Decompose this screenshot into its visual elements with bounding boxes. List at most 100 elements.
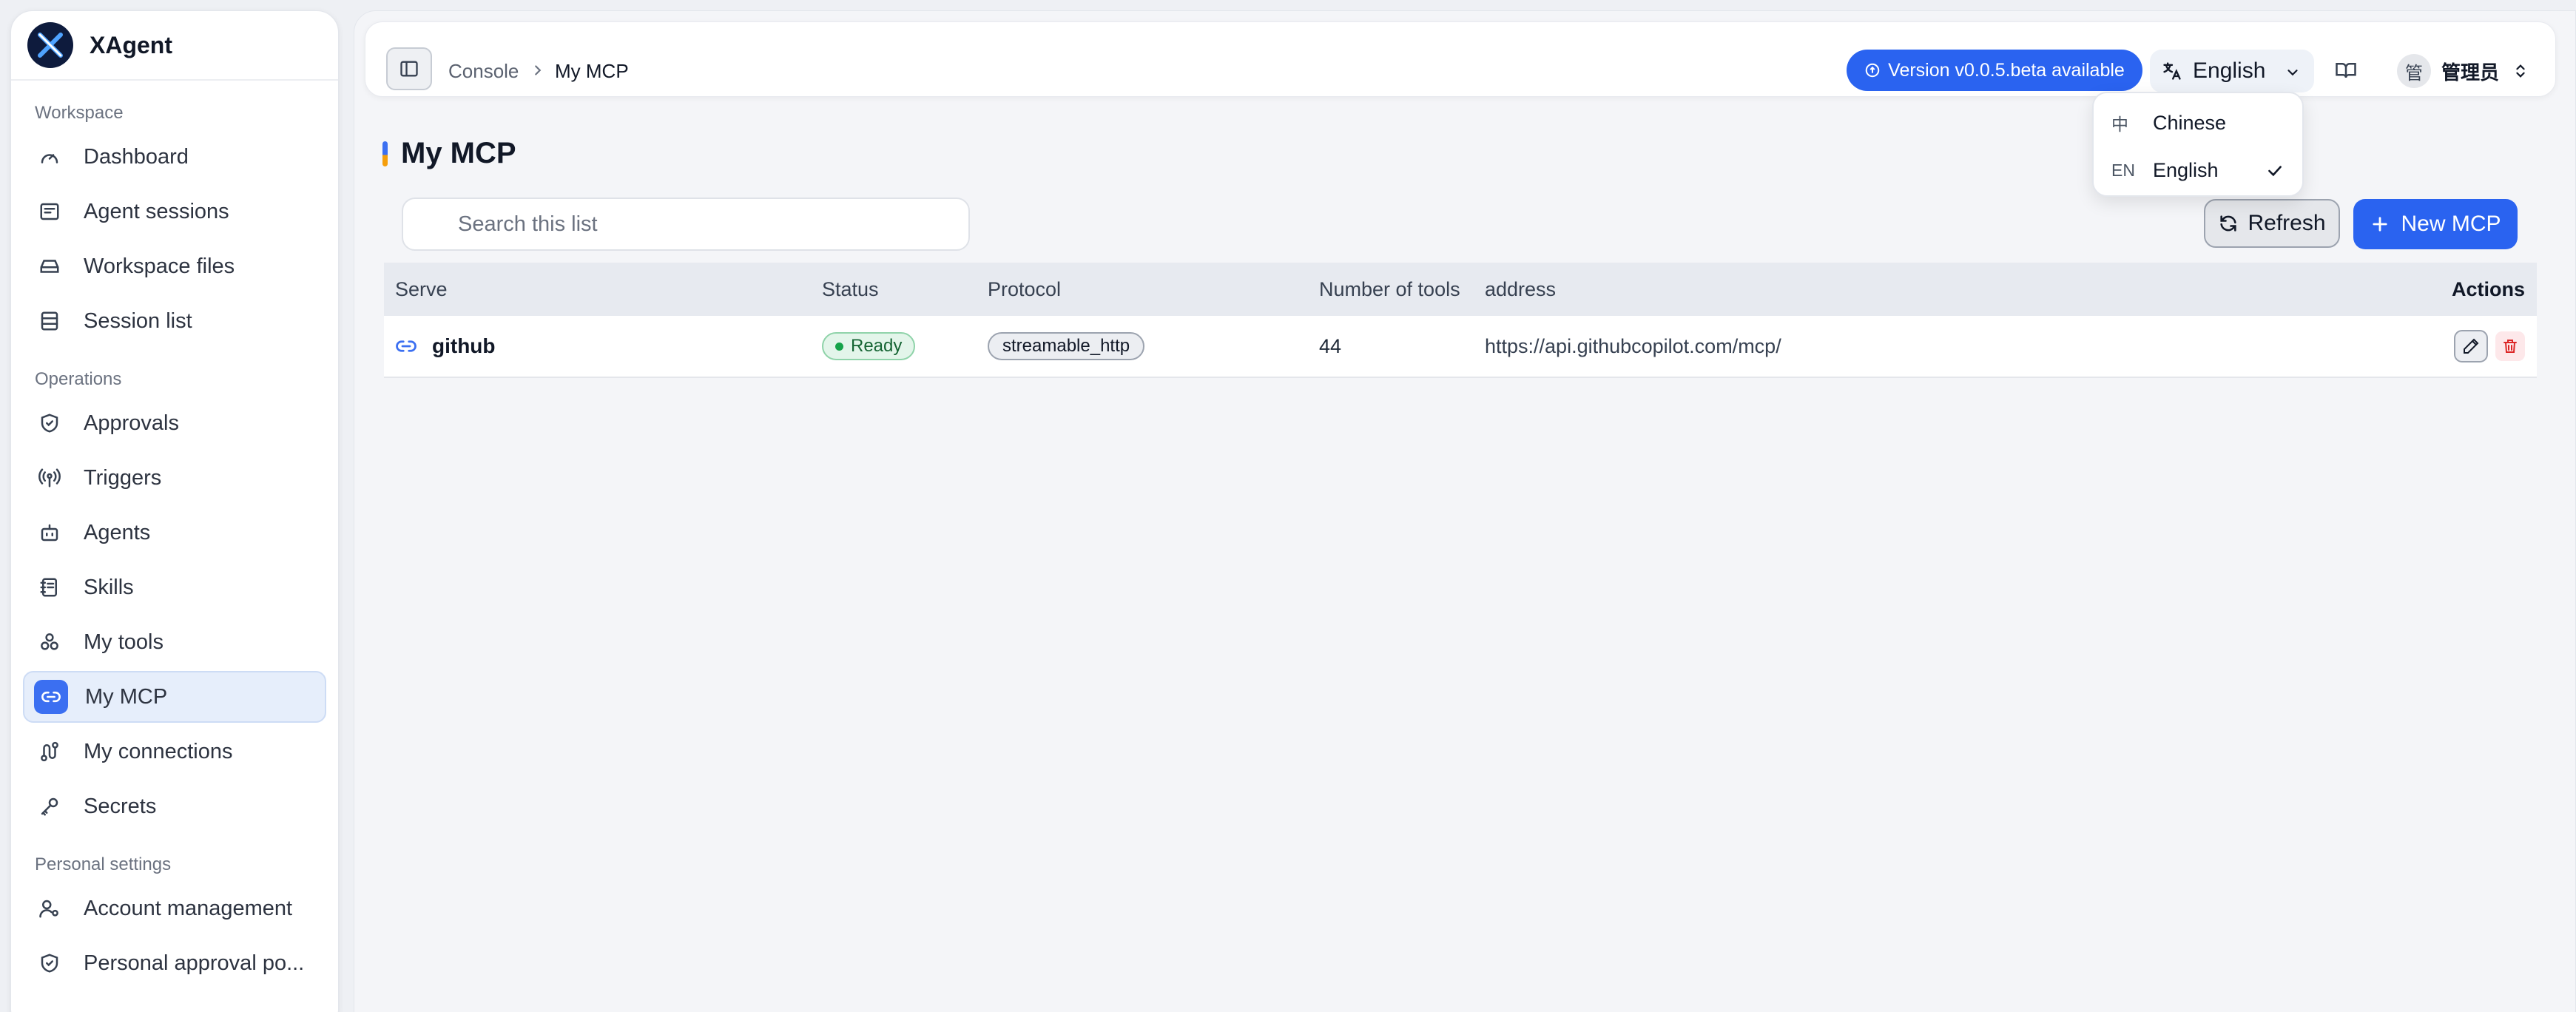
- version-label: Version v0.0.5.beta available: [1888, 59, 2125, 81]
- page-title-wrap: My MCP: [382, 137, 516, 170]
- brand-name: XAgent: [90, 31, 172, 58]
- refresh-button[interactable]: Refresh: [2204, 199, 2340, 248]
- hard-drive-icon: [36, 253, 63, 280]
- top-bar: Console My MCP Version v0.0.5.beta avail…: [365, 21, 2556, 97]
- book-open-icon: [2336, 63, 2356, 78]
- sidebar-item-label: Personal approval po...: [84, 951, 305, 975]
- sidebar-item-my-mcp[interactable]: My MCP: [23, 671, 326, 723]
- sidebar-item-label: Skills: [84, 575, 134, 599]
- mcp-table: Serve Status Protocol Number of tools ad…: [384, 263, 2537, 378]
- language-option-label: Chinese: [2153, 111, 2227, 134]
- sidebar-item-secrets[interactable]: Secrets: [23, 780, 326, 832]
- user-menu[interactable]: 管 管理员: [2397, 50, 2529, 92]
- serve-name[interactable]: github: [432, 334, 496, 358]
- chevrons-up-down-icon: [2516, 64, 2525, 78]
- boxes-icon: [36, 629, 63, 655]
- sidebar-item-agents[interactable]: Agents: [23, 507, 326, 559]
- sidebar: XAgent Workspace Dashboard Agent session…: [10, 10, 339, 1012]
- version-badge-button[interactable]: Version v0.0.5.beta available: [1847, 50, 2142, 91]
- language-option-label: English: [2153, 158, 2219, 181]
- user-cog-icon: [36, 895, 63, 922]
- sidebar-item-label: My tools: [84, 630, 163, 654]
- sidebar-item-session-list[interactable]: Session list: [23, 295, 326, 347]
- section-label-personal-settings: Personal settings: [35, 854, 172, 874]
- sidebar-item-label: Workspace files: [84, 254, 235, 278]
- refresh-icon: [2220, 215, 2237, 232]
- sidebar-item-label: Session list: [84, 308, 192, 333]
- title-accent-marker: [382, 141, 388, 166]
- status-badge: Ready: [822, 332, 916, 360]
- avatar: 管: [2397, 54, 2431, 88]
- edit-button[interactable]: [2454, 330, 2488, 362]
- breadcrumb-console[interactable]: Console: [448, 59, 519, 83]
- sidebar-item-agent-sessions[interactable]: Agent sessions: [23, 186, 326, 237]
- plus-icon: [2373, 217, 2388, 232]
- sidebar-item-skills[interactable]: Skills: [23, 561, 326, 613]
- sidebar-item-label: Agent sessions: [84, 199, 229, 223]
- status-text: Ready: [851, 336, 903, 356]
- sidebar-item-label: Secrets: [84, 794, 157, 818]
- protocol-badge: streamable_http: [988, 332, 1145, 360]
- language-code: EN: [2111, 160, 2135, 180]
- status-dot-icon: [835, 342, 843, 351]
- column-header-actions: Actions: [2451, 277, 2525, 300]
- breadcrumb-current: My MCP: [555, 60, 629, 82]
- language-menu: 中 Chinese EN English: [2092, 92, 2304, 197]
- key-icon: [36, 793, 63, 820]
- sidebar-item-label: Dashboard: [84, 144, 189, 169]
- sidebar-item-label: My connections: [84, 739, 233, 763]
- sidebar-item-workspace-files[interactable]: Workspace files: [23, 240, 326, 292]
- new-mcp-button[interactable]: New MCP: [2353, 199, 2518, 249]
- protocol-cell: streamable_http: [988, 316, 1145, 377]
- address-cell: https://api.githubcopilot.com/mcp/: [1485, 334, 1781, 357]
- table-header: Serve Status Protocol Number of tools ad…: [384, 263, 2537, 316]
- pencil-icon: [2464, 338, 2479, 354]
- user-name: 管理员: [2441, 61, 2500, 84]
- sidebar-item-my-connections[interactable]: My connections: [23, 726, 326, 777]
- tools-count: 44: [1319, 334, 1342, 357]
- page-title: My MCP: [401, 137, 516, 169]
- language-label: English: [2193, 58, 2266, 83]
- shield-check-icon: [36, 410, 63, 436]
- sidebar-item-label: Triggers: [84, 465, 162, 490]
- sidebar-item-label: My MCP: [85, 684, 168, 709]
- search-input[interactable]: [402, 198, 970, 251]
- sidebar-item-my-tools[interactable]: My tools: [23, 616, 326, 668]
- sidebar-item-label: Approvals: [84, 411, 179, 435]
- circle-arrow-icon: [1865, 63, 1880, 78]
- status-cell: Ready: [822, 316, 916, 377]
- sidebar-item-account-management[interactable]: Account management: [23, 883, 326, 934]
- list-icon: [36, 308, 63, 334]
- column-header-tools[interactable]: Number of tools: [1319, 263, 1460, 316]
- sidebar-item-approvals[interactable]: Approvals: [23, 397, 326, 449]
- sidebar-toggle-button[interactable]: [386, 47, 432, 90]
- check-icon: [2265, 161, 2285, 181]
- sidebar-item-triggers[interactable]: Triggers: [23, 452, 326, 504]
- table-row[interactable]: github Ready streamable_http 44 https://…: [384, 316, 2537, 378]
- language-option-english[interactable]: EN English: [2094, 148, 2302, 192]
- column-header-status[interactable]: Status: [822, 263, 879, 316]
- serve-cell: github: [395, 316, 496, 377]
- sidebar-item-dashboard[interactable]: Dashboard: [23, 131, 326, 183]
- sidebar-item-personal-approval-policy[interactable]: Personal approval po...: [23, 937, 326, 989]
- section-label-operations: Operations: [35, 369, 122, 389]
- brand[interactable]: XAgent: [11, 11, 338, 81]
- panel-left-icon: [400, 61, 418, 77]
- chevron-down-icon: [2287, 70, 2298, 76]
- sidebar-item-label: Agents: [84, 520, 151, 544]
- bot-icon: [36, 519, 63, 546]
- link-icon: [34, 680, 68, 714]
- link-icon: [396, 340, 417, 352]
- docs-button[interactable]: [2335, 59, 2357, 81]
- column-header-protocol[interactable]: Protocol: [988, 263, 1061, 316]
- column-header-address[interactable]: address: [1485, 263, 1556, 316]
- actions-cell: [2454, 316, 2525, 377]
- broadcast-icon: [36, 465, 63, 491]
- new-mcp-label: New MCP: [2401, 212, 2501, 236]
- gauge-icon: [36, 144, 63, 170]
- delete-button[interactable]: [2495, 331, 2525, 361]
- column-header-serve[interactable]: Serve: [395, 263, 448, 316]
- language-option-chinese[interactable]: 中 Chinese: [2094, 101, 2302, 145]
- sidebar-item-label: Account management: [84, 896, 293, 920]
- language-selector[interactable]: English: [2150, 50, 2314, 92]
